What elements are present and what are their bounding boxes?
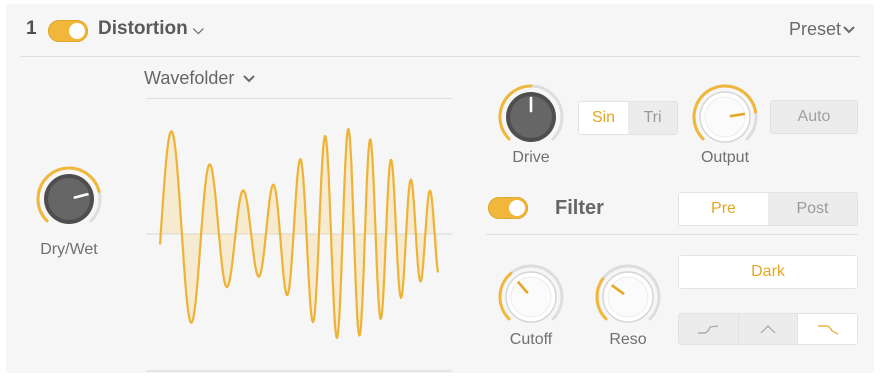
preset-menu[interactable]: Preset	[789, 19, 855, 40]
scope-top-line	[146, 98, 452, 99]
drive-label: Drive	[512, 149, 550, 166]
toggle-knob	[509, 200, 525, 216]
dry-wet-knob-graphic	[36, 166, 102, 224]
effect-title[interactable]: Distortion ⌵	[98, 18, 204, 40]
reso-label: Reso	[609, 331, 647, 348]
dry-wet-knob[interactable]	[34, 164, 104, 234]
output-knob-graphic	[692, 84, 758, 143]
reso-knob-graphic	[595, 264, 661, 323]
mode-dropdown[interactable]: Wavefolder	[144, 68, 256, 89]
knob-cap	[48, 178, 90, 220]
filter-title: Filter	[555, 197, 604, 219]
filter-type-highpass-button[interactable]	[798, 314, 857, 344]
waveform-selector: Sin Tri	[578, 101, 678, 135]
output-label: Output	[700, 149, 750, 166]
filter-toggle[interactable]	[488, 197, 528, 219]
filter-post-button[interactable]: Post	[768, 193, 857, 225]
filter-divider	[486, 234, 858, 235]
chevron-down-icon	[243, 75, 256, 83]
output-knob[interactable]	[690, 82, 760, 152]
knob-cap	[704, 96, 746, 138]
filter-type-selector	[678, 313, 858, 345]
effect-name: Distortion	[98, 18, 188, 39]
filter-type-bandpass-button[interactable]	[739, 314, 799, 344]
reso-knob[interactable]	[593, 262, 663, 332]
cutoff-knob-graphic	[498, 264, 564, 323]
chevron-down-icon	[843, 26, 855, 34]
drive-knob-graphic	[498, 84, 564, 142]
cutoff-label: Cutoff	[509, 331, 553, 348]
filter-position-selector: Pre Post	[678, 192, 858, 226]
bandpass-icon	[760, 325, 776, 334]
distortion-panel: 1 Distortion ⌵ Preset Wavefolder Dry/Wet…	[6, 4, 874, 373]
dry-wet-label: Dry/Wet	[40, 241, 98, 258]
highpass-icon	[817, 325, 838, 335]
drive-knob[interactable]	[496, 82, 566, 152]
effect-power-toggle[interactable]	[48, 20, 88, 42]
header-divider	[20, 56, 860, 57]
filter-character-button[interactable]: Dark	[678, 255, 858, 289]
toggle-knob	[69, 23, 85, 39]
waveform-sin-button[interactable]: Sin	[579, 102, 628, 134]
cutoff-knob[interactable]	[496, 262, 566, 332]
knob-cap	[510, 276, 552, 318]
auto-button[interactable]: Auto	[770, 100, 858, 134]
filter-type-lowpass-button[interactable]	[679, 314, 739, 344]
slot-number: 1	[26, 18, 37, 39]
filter-pre-button[interactable]: Pre	[679, 193, 768, 225]
waveform-tri-button[interactable]: Tri	[628, 102, 677, 134]
preset-label: Preset	[789, 19, 842, 39]
mode-label: Wavefolder	[144, 68, 235, 88]
knob-cap	[607, 276, 649, 318]
lowpass-icon	[698, 325, 719, 334]
waveform-display	[146, 128, 452, 372]
chevron-down-icon: ⌵	[193, 21, 204, 37]
